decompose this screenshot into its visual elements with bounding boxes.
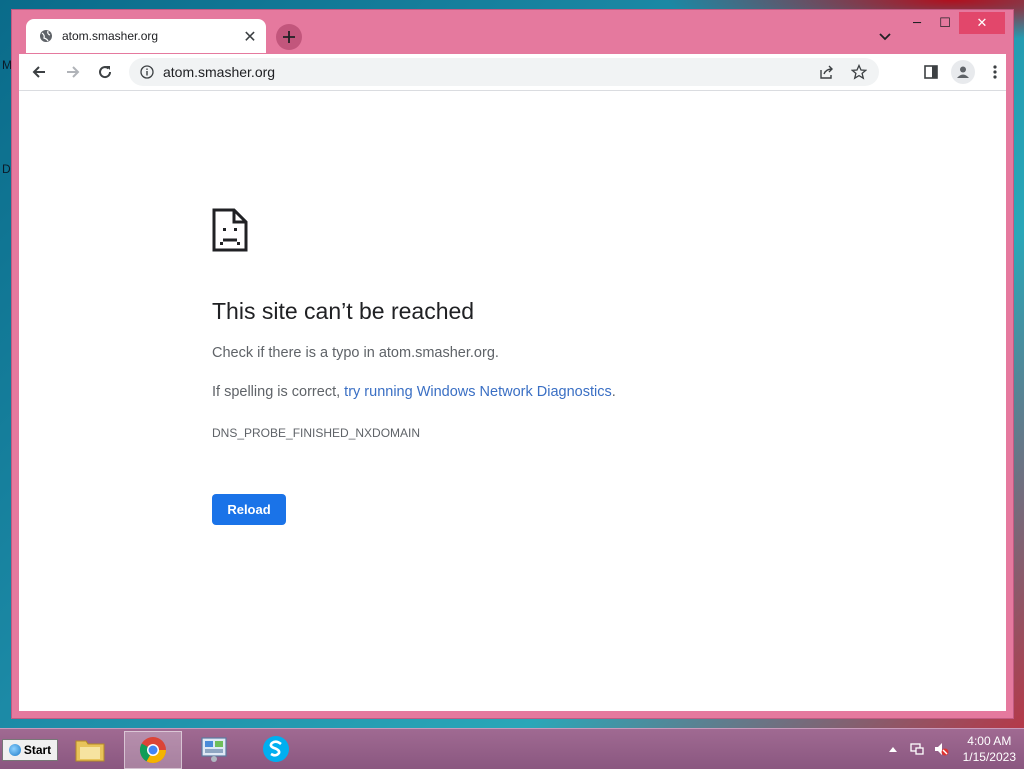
show-hidden-icons-icon[interactable] [885, 741, 901, 757]
network-icon[interactable] [909, 741, 925, 757]
taskbar-skype[interactable] [248, 731, 304, 767]
chrome-icon [139, 737, 167, 764]
kebab-menu-icon [993, 65, 997, 79]
error-code: DNS_PROBE_FINISHED_NXDOMAIN [212, 426, 421, 440]
info-icon[interactable] [139, 64, 155, 80]
new-tab-button[interactable] [276, 24, 302, 50]
arrow-left-icon [32, 66, 45, 78]
diagnostics-suffix: . [611, 384, 616, 400]
typo-hint: Check if there is a typo in atom.smasher… [212, 345, 499, 361]
menu-button[interactable] [983, 60, 1007, 84]
window-controls: ─ ☐ ✕ [903, 12, 1005, 34]
start-button[interactable]: Start [2, 739, 58, 761]
arrow-right-icon [67, 66, 80, 78]
globe-icon [38, 28, 54, 44]
skype-icon [263, 736, 289, 762]
browser-tab[interactable]: atom.smasher.org ✕ [26, 19, 266, 53]
control-panel-icon [201, 737, 227, 762]
side-panel-icon [924, 65, 938, 79]
sad-document-icon [212, 208, 248, 256]
start-label: Start [23, 743, 52, 757]
taskbar-chrome[interactable] [124, 731, 182, 769]
star-icon[interactable] [847, 60, 871, 84]
windows-orb-icon [8, 744, 21, 756]
diagnostics-hint: If spelling is correct, try running Wind… [212, 384, 616, 400]
share-icon[interactable] [815, 60, 839, 84]
clock-date: 1/15/2023 [962, 750, 1016, 764]
page-content: This site can’t be reached Check if ther… [19, 91, 1006, 711]
maximize-button[interactable]: ☐ [931, 12, 959, 34]
minimize-button[interactable]: ─ [903, 12, 931, 34]
profile-button[interactable] [951, 60, 975, 84]
tab-title: atom.smasher.org [62, 29, 159, 43]
reload-button[interactable]: Reload [212, 494, 286, 525]
close-window-button[interactable]: ✕ [959, 12, 1005, 34]
plus-icon [283, 31, 295, 43]
system-clock[interactable]: 4:00 AM 1/15/2023 [963, 733, 1016, 765]
url-text[interactable]: atom.smasher.org [163, 64, 815, 80]
title-bar: atom.smasher.org ✕ ─ ☐ ✕ [12, 10, 1013, 54]
taskbar-control-panel[interactable] [186, 731, 242, 767]
tab-search-button[interactable] [874, 26, 896, 48]
back-button[interactable] [27, 60, 51, 84]
side-panel-button[interactable] [919, 60, 943, 84]
diagnostics-link[interactable]: try running Windows Network Diagnostics [344, 384, 612, 400]
browser-toolbar: atom.smasher.org [19, 54, 1006, 91]
desktop-edge-label: D [2, 162, 11, 176]
taskbar-file-explorer[interactable] [62, 731, 118, 767]
chevron-down-icon [879, 33, 891, 41]
system-tray: 4:00 AM 1/15/2023 [881, 729, 1016, 769]
volume-muted-icon[interactable] [933, 741, 949, 757]
person-icon [957, 66, 969, 78]
address-bar[interactable]: atom.smasher.org [129, 58, 879, 86]
error-title: This site can’t be reached [212, 298, 475, 324]
browser-window: atom.smasher.org ✕ ─ ☐ ✕ atom.smasher.or… [11, 9, 1014, 719]
refresh-icon [99, 66, 112, 79]
diagnostics-prefix: If spelling is correct, [212, 384, 345, 400]
clock-time: 4:00 AM [967, 734, 1012, 748]
taskbar: Start 4:00 AM 1/15/2023 [0, 728, 1024, 769]
close-tab-icon[interactable]: ✕ [240, 26, 260, 46]
forward-button[interactable] [61, 60, 85, 84]
folder-icon [75, 740, 105, 762]
reload-toolbar-button[interactable] [93, 60, 117, 84]
